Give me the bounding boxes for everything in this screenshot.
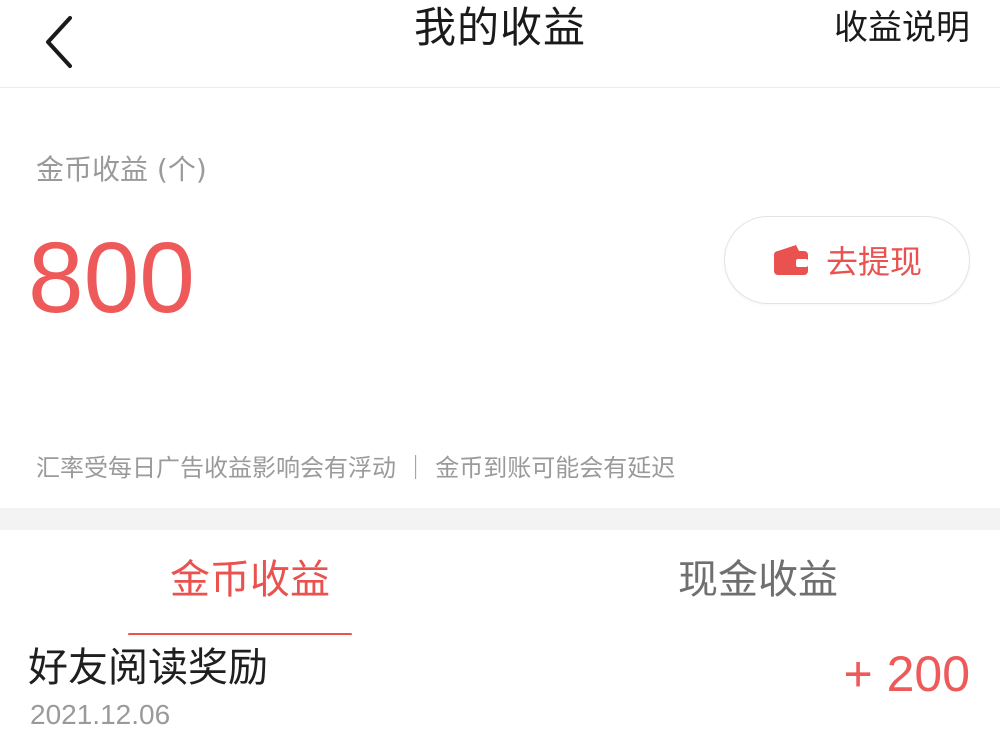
top-bar: 我的收益 收益说明 [0,0,1000,88]
withdraw-button[interactable]: 去提现 [724,216,970,304]
list-item: 好友阅读奖励 2021.12.06 + 200 [0,635,1000,750]
record-title: 好友阅读奖励 [28,645,268,691]
tab-cash-earnings[interactable]: 现金收益 [638,550,878,610]
wallet-icon [773,245,808,275]
withdraw-label: 去提现 [825,243,922,281]
balance-card: 金币收益 (个) 800 去提现 汇率受每日广告收益影响会有浮动 ｜ 金币到账可… [0,88,1000,508]
tab-coin-earnings[interactable]: 金币收益 [130,550,370,610]
record-date: 2021.12.06 [30,699,171,730]
section-divider [0,508,1000,530]
earnings-tabs: 金币收益 现金收益 [0,530,1000,636]
record-amount: + 200 [843,646,970,702]
earnings-help-link[interactable]: 收益说明 [834,0,970,56]
balance-label: 金币收益 (个) [36,153,207,186]
exchange-rate-notice: 汇率受每日广告收益影响会有浮动 ｜ 金币到账可能会有延迟 [36,454,676,482]
balance-value: 800 [28,222,195,334]
